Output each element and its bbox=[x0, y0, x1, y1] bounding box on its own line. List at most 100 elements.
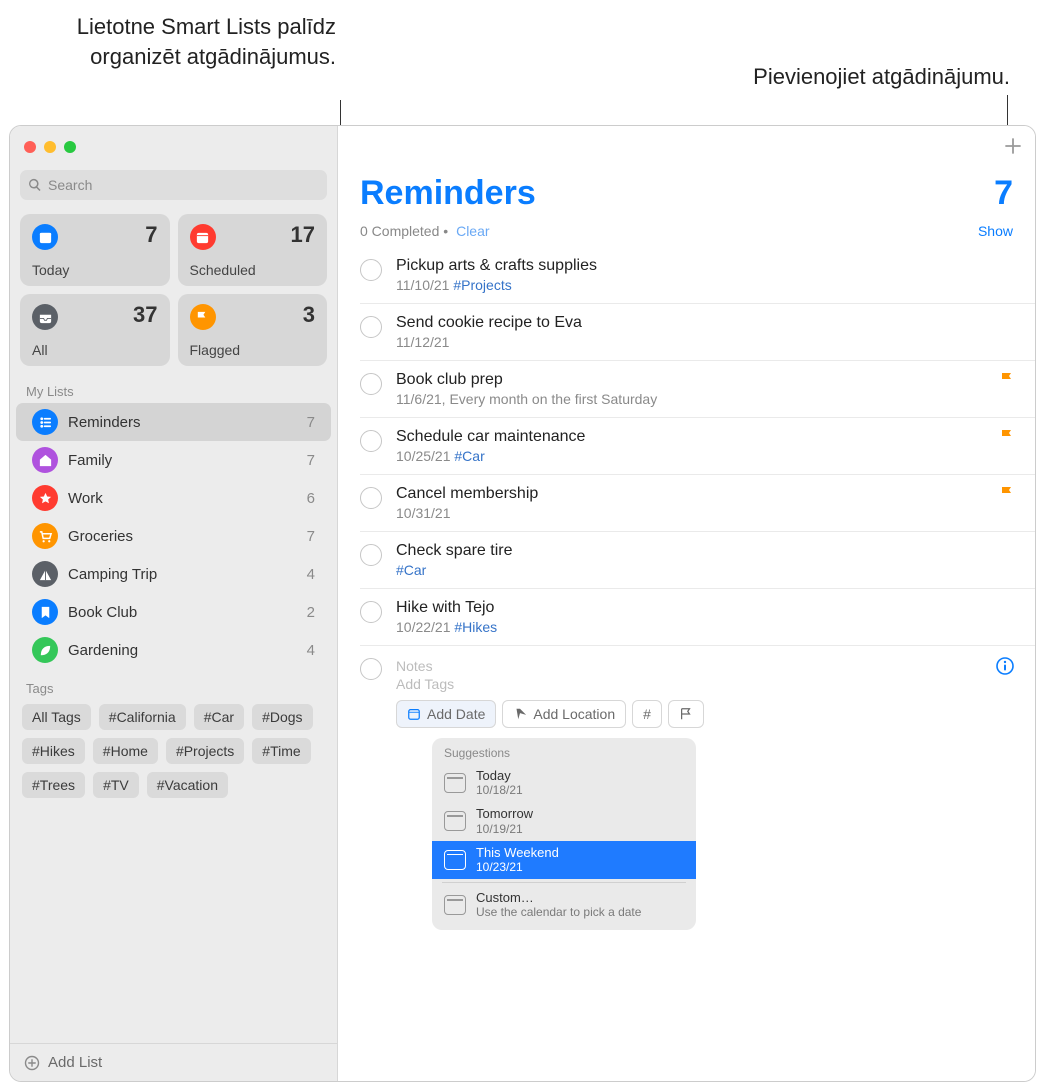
suggestion-custom[interactable]: Custom…Use the calendar to pick a date bbox=[432, 886, 696, 924]
suggestion-date: Use the calendar to pick a date bbox=[476, 905, 641, 919]
sidebar: Search 7Today17Scheduled37All3Flagged My… bbox=[10, 126, 338, 1081]
suggestion-today[interactable]: Today10/18/21 bbox=[432, 764, 696, 802]
reminder-subtitle: 10/31/21 bbox=[396, 505, 1013, 521]
completed-status: 0 Completed • Clear bbox=[360, 223, 490, 239]
tag-california[interactable]: #California bbox=[99, 704, 186, 730]
separator: • bbox=[439, 223, 452, 239]
flag-icon bbox=[999, 485, 1015, 506]
complete-checkbox[interactable] bbox=[360, 544, 382, 566]
bookmark-icon bbox=[32, 599, 58, 625]
sidebar-list-camping-trip[interactable]: Camping Trip4 bbox=[16, 555, 331, 593]
section-tags: Tags bbox=[10, 669, 337, 700]
info-button[interactable] bbox=[995, 656, 1015, 679]
sidebar-list-book-club[interactable]: Book Club2 bbox=[16, 593, 331, 631]
list-name: Book Club bbox=[68, 604, 297, 621]
reminder-title: Hike with Tejo bbox=[396, 599, 1013, 617]
calendar-icon bbox=[444, 811, 466, 831]
sidebar-list-family[interactable]: Family7 bbox=[16, 441, 331, 479]
suggestion-label: This Weekend bbox=[476, 846, 559, 860]
reminder-row[interactable]: Schedule car maintenance10/25/21 #Car bbox=[360, 418, 1035, 475]
date-suggestions: SuggestionsToday10/18/21Tomorrow10/19/21… bbox=[432, 738, 696, 930]
fullscreen-icon[interactable] bbox=[64, 141, 76, 153]
reminder-title: Pickup arts & crafts supplies bbox=[396, 257, 1013, 275]
tag-vacation[interactable]: #Vacation bbox=[147, 772, 228, 798]
home-icon bbox=[32, 447, 58, 473]
plus-icon bbox=[1003, 136, 1023, 156]
tag-time[interactable]: #Time bbox=[252, 738, 310, 764]
tag-dogs[interactable]: #Dogs bbox=[252, 704, 312, 730]
search-icon bbox=[28, 178, 42, 192]
tag-tv[interactable]: #TV bbox=[93, 772, 139, 798]
reminder-row[interactable]: Check spare tire#Car bbox=[360, 532, 1035, 589]
reminder-title: Cancel membership bbox=[396, 485, 1013, 503]
close-icon[interactable] bbox=[24, 141, 36, 153]
sidebar-list-reminders[interactable]: Reminders7 bbox=[16, 403, 331, 441]
add-tag-button[interactable]: # bbox=[632, 700, 662, 728]
clear-button[interactable]: Clear bbox=[456, 223, 489, 239]
smart-count: 3 bbox=[303, 302, 315, 328]
smart-label: Scheduled bbox=[190, 262, 256, 278]
tag-trees[interactable]: #Trees bbox=[22, 772, 85, 798]
reminder-title: Schedule car maintenance bbox=[396, 428, 1013, 446]
suggestion-thisweekend[interactable]: This Weekend10/23/21 bbox=[432, 841, 696, 879]
list-name: Gardening bbox=[68, 642, 297, 659]
tag-car[interactable]: #Car bbox=[194, 704, 244, 730]
smart-scheduled[interactable]: 17Scheduled bbox=[178, 214, 328, 286]
search-input[interactable]: Search bbox=[20, 170, 327, 200]
list-count: 7 bbox=[307, 452, 315, 469]
calendar-icon bbox=[32, 224, 58, 250]
reminder-row[interactable]: Hike with Tejo10/22/21 #Hikes bbox=[360, 589, 1035, 646]
reminder-subtitle: 11/12/21 bbox=[396, 334, 1013, 350]
add-reminder-button[interactable] bbox=[1003, 136, 1023, 162]
tag-hikes[interactable]: #Hikes bbox=[22, 738, 85, 764]
complete-checkbox[interactable] bbox=[360, 430, 382, 452]
reminder-row[interactable]: Send cookie recipe to Eva11/12/21 bbox=[360, 304, 1035, 361]
list-count: 7 bbox=[307, 528, 315, 545]
notes-placeholder[interactable]: Notes bbox=[396, 658, 1013, 674]
reminder-row[interactable]: Cancel membership 10/31/21 bbox=[360, 475, 1035, 532]
sidebar-list-work[interactable]: Work6 bbox=[16, 479, 331, 517]
tag-home[interactable]: #Home bbox=[93, 738, 158, 764]
tag-alltags[interactable]: All Tags bbox=[22, 704, 91, 730]
page-count: 7 bbox=[994, 174, 1013, 213]
reminder-row[interactable]: Book club prep11/6/21, Every month on th… bbox=[360, 361, 1035, 418]
plus-circle-icon bbox=[24, 1055, 40, 1071]
reminder-row[interactable]: Pickup arts & crafts supplies 11/10/21 #P… bbox=[360, 247, 1035, 304]
smart-flagged[interactable]: 3Flagged bbox=[178, 294, 328, 366]
tag-projects[interactable]: #Projects bbox=[166, 738, 244, 764]
smart-all[interactable]: 37All bbox=[20, 294, 170, 366]
sidebar-list-groceries[interactable]: Groceries7 bbox=[16, 517, 331, 555]
complete-checkbox[interactable] bbox=[360, 658, 382, 680]
add-list-label: Add List bbox=[48, 1054, 102, 1071]
suggestion-tomorrow[interactable]: Tomorrow10/19/21 bbox=[432, 802, 696, 840]
list-icon bbox=[32, 409, 58, 435]
smart-lists-grid: 7Today17Scheduled37All3Flagged bbox=[10, 208, 337, 372]
complete-checkbox[interactable] bbox=[360, 316, 382, 338]
add-flag-button[interactable] bbox=[668, 700, 704, 728]
minimize-icon[interactable] bbox=[44, 141, 56, 153]
add-list-button[interactable]: Add List bbox=[10, 1043, 337, 1081]
flag-icon bbox=[999, 371, 1015, 392]
sidebar-list-gardening[interactable]: Gardening4 bbox=[16, 631, 331, 669]
reminder-subtitle: #Car bbox=[396, 562, 1013, 578]
calendar-icon bbox=[444, 850, 466, 870]
tent-icon bbox=[32, 561, 58, 587]
smart-today[interactable]: 7Today bbox=[20, 214, 170, 286]
list-count: 6 bbox=[307, 490, 315, 507]
smart-label: All bbox=[32, 342, 48, 358]
complete-checkbox[interactable] bbox=[360, 373, 382, 395]
complete-checkbox[interactable] bbox=[360, 601, 382, 623]
reminder-subtitle: 11/10/21 #Projects bbox=[396, 277, 1013, 293]
add-location-button[interactable]: Add Location bbox=[502, 700, 626, 728]
show-button[interactable]: Show bbox=[978, 223, 1013, 239]
new-reminder-row[interactable]: NotesAdd TagsAdd DateAdd Location#Sugges… bbox=[360, 646, 1035, 940]
add-tags-placeholder[interactable]: Add Tags bbox=[396, 676, 1013, 692]
calendar-icon bbox=[444, 773, 466, 793]
complete-checkbox[interactable] bbox=[360, 487, 382, 509]
flag-icon bbox=[190, 304, 216, 330]
suggestion-label: Tomorrow bbox=[476, 807, 533, 821]
cart-icon bbox=[32, 523, 58, 549]
complete-checkbox[interactable] bbox=[360, 259, 382, 281]
section-mylists: My Lists bbox=[10, 372, 337, 403]
add-date-button[interactable]: Add Date bbox=[396, 700, 496, 728]
